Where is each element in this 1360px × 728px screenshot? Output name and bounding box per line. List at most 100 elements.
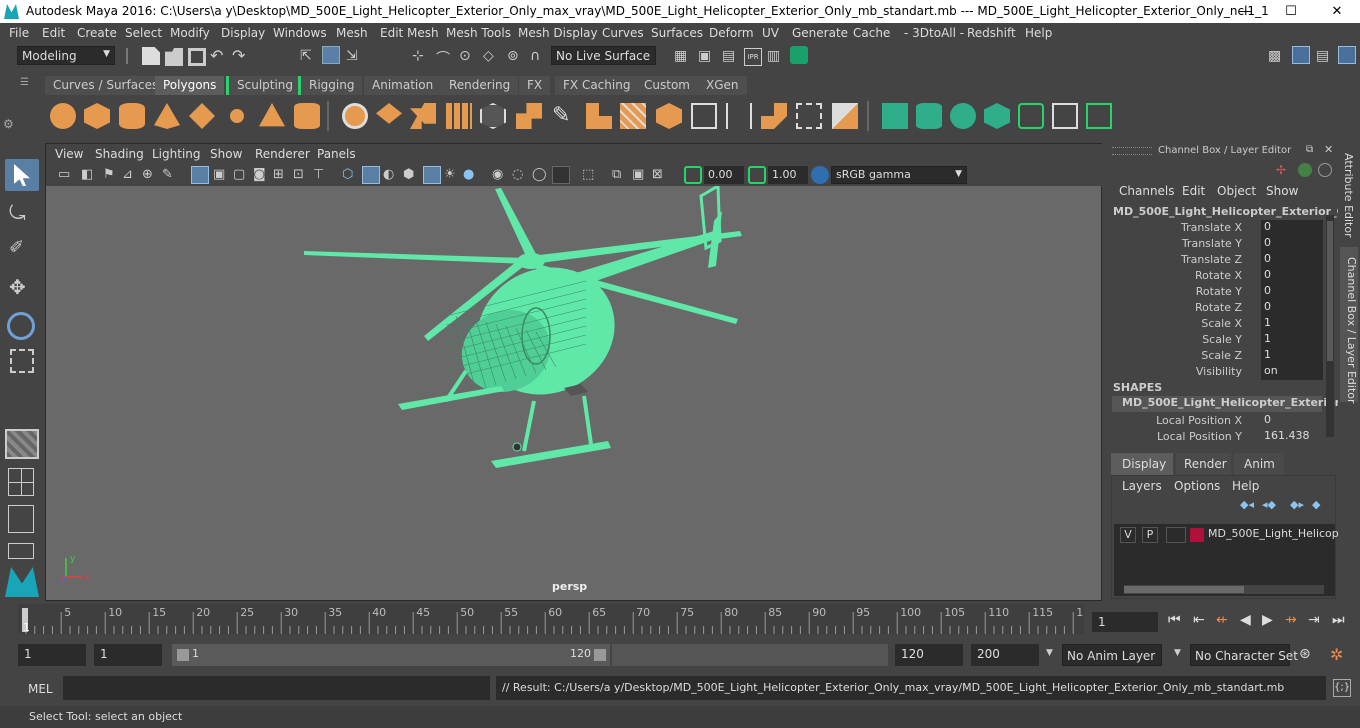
menu-create[interactable]: Create bbox=[77, 26, 117, 40]
move-layer-down-icon[interactable]: ◂◆ bbox=[1262, 498, 1276, 511]
2d-pan-icon[interactable]: ⊕ bbox=[142, 167, 160, 185]
wireframe-icon[interactable]: ⬡ bbox=[342, 167, 360, 185]
separate-icon[interactable] bbox=[376, 103, 402, 124]
poly-prism-icon[interactable] bbox=[259, 103, 285, 127]
channel-row[interactable]: Scale X 1 bbox=[1106, 316, 1338, 332]
step-back-key-icon[interactable]: ⇤ bbox=[1193, 612, 1205, 628]
poly-pipe-icon[interactable] bbox=[294, 103, 320, 129]
uv-editor-icon[interactable] bbox=[1018, 103, 1044, 129]
vp-menu-show[interactable]: Show bbox=[210, 147, 242, 161]
channel-label[interactable]: Local Position X bbox=[1156, 414, 1242, 427]
uv-transfer-icon[interactable] bbox=[1086, 103, 1112, 129]
channel-label[interactable]: Translate Z bbox=[1181, 253, 1242, 266]
channel-row[interactable]: Rotate Z 0 bbox=[1106, 300, 1338, 316]
tab-xgen[interactable]: XGen bbox=[698, 76, 747, 95]
poly-sphere-icon[interactable] bbox=[50, 103, 76, 129]
menu-windows[interactable]: Windows bbox=[273, 26, 327, 40]
step-forward-key-icon[interactable]: ⇥ bbox=[1308, 612, 1320, 628]
shelf-menu-icon[interactable]: ☰ bbox=[20, 77, 30, 91]
live-surface-field[interactable]: No Live Surface bbox=[551, 46, 656, 65]
menu-select[interactable]: Select bbox=[125, 26, 162, 40]
script-editor-icon[interactable]: {;} bbox=[1333, 679, 1351, 697]
channel-value[interactable]: 0 bbox=[1261, 268, 1323, 284]
move-tool-icon[interactable]: ✥ bbox=[9, 275, 33, 299]
menu-display[interactable]: Display bbox=[221, 26, 265, 40]
script-language-toggle[interactable]: MEL bbox=[28, 682, 53, 696]
channel-toggle-2-icon[interactable] bbox=[1318, 163, 1332, 177]
go-to-end-icon[interactable]: ⏭ bbox=[1332, 612, 1345, 628]
channel-value[interactable]: 0 bbox=[1261, 284, 1323, 300]
undo-icon[interactable]: ↶ bbox=[210, 48, 228, 66]
shadows-icon[interactable]: ☀ bbox=[444, 167, 462, 185]
menu-edit-mesh[interactable]: Edit Mesh bbox=[380, 26, 439, 40]
attribute-editor-tab[interactable]: Attribute Editor bbox=[1342, 153, 1355, 238]
character-set-chevron-icon[interactable]: ▼ bbox=[1174, 648, 1181, 658]
poke-icon[interactable] bbox=[761, 103, 787, 129]
channel-label[interactable]: Translate Y bbox=[1182, 237, 1242, 250]
range-slider-min-handle[interactable] bbox=[177, 649, 189, 661]
menu-edit[interactable]: Edit bbox=[42, 26, 65, 40]
object-name[interactable]: MD_500E_Light_Helicopter_Exterior_O... bbox=[1113, 205, 1358, 218]
camera-attr-icon[interactable]: ◧ bbox=[81, 167, 99, 185]
maximize-button[interactable]: ☐ bbox=[1268, 0, 1314, 23]
new-layer-icon[interactable]: ◆▸ bbox=[1290, 498, 1304, 511]
channel-value[interactable]: 0 bbox=[1261, 236, 1323, 252]
image-plane-icon[interactable]: ⊿ bbox=[122, 167, 140, 185]
menu-mesh-display[interactable]: Mesh Display bbox=[518, 26, 598, 40]
film-gate-icon[interactable]: ▣ bbox=[213, 167, 231, 185]
channel-value[interactable]: 161.438 bbox=[1261, 429, 1323, 445]
render-sequence-icon[interactable]: ▤ bbox=[722, 48, 740, 66]
gamma-icon[interactable] bbox=[748, 166, 766, 184]
grease-pencil-icon[interactable]: ✎ bbox=[162, 167, 180, 185]
uv-grid-icon[interactable] bbox=[1052, 103, 1078, 129]
tab-custom[interactable]: Custom bbox=[636, 76, 698, 95]
time-slider-track[interactable]: 5 10 15 20 25 30 35 40 45 50 55 60 65 70 75 80 85 90 95 100… bbox=[18, 604, 1090, 634]
auto-key-icon[interactable]: ⊛ bbox=[1299, 646, 1311, 662]
animation-end-field[interactable]: 200 bbox=[971, 644, 1039, 666]
menu-file[interactable]: File bbox=[9, 26, 29, 40]
object-menu[interactable]: Object bbox=[1217, 184, 1256, 198]
safe-action-icon[interactable]: ⊡ bbox=[293, 167, 311, 185]
redo-icon[interactable]: ↷ bbox=[232, 48, 250, 66]
menu-uv[interactable]: UV bbox=[762, 26, 779, 40]
channel-label[interactable]: Scale Y bbox=[1202, 333, 1242, 346]
offset-edge-loop-icon[interactable] bbox=[726, 103, 752, 129]
tab-animation[interactable]: Animation bbox=[364, 76, 442, 95]
playback-end-field[interactable]: 120 bbox=[895, 644, 963, 666]
step-forward-frame-icon[interactable]: ⇸ bbox=[1285, 612, 1297, 628]
move-layer-up-icon[interactable]: ◆◂ bbox=[1240, 498, 1254, 511]
auto-mapping-icon[interactable] bbox=[984, 103, 1010, 129]
exposure-field[interactable]: 0.00 bbox=[704, 166, 744, 184]
viewport-canvas[interactable]: y z x persp bbox=[46, 183, 1101, 600]
channel-label[interactable]: Scale X bbox=[1201, 317, 1242, 330]
extrude-icon[interactable] bbox=[516, 103, 542, 129]
bookmark-icon[interactable]: ⚑ bbox=[103, 167, 121, 185]
current-frame-field[interactable]: 1 bbox=[1092, 612, 1158, 632]
menu-modify[interactable]: Modify bbox=[170, 26, 210, 40]
spherical-mapping-icon[interactable] bbox=[950, 103, 976, 129]
play-forward-icon[interactable]: ▶ bbox=[1262, 612, 1273, 628]
shape-channel-row[interactable]: Local Position X 0 bbox=[1106, 413, 1338, 429]
channel-value[interactable]: 0 bbox=[1261, 300, 1323, 316]
gamma-field[interactable]: 1.00 bbox=[768, 166, 808, 184]
channel-label[interactable]: Rotate Y bbox=[1196, 285, 1242, 298]
tab-rendering[interactable]: Rendering bbox=[441, 76, 519, 95]
character-set-selector[interactable]: No Character Set bbox=[1190, 644, 1298, 666]
axis-gizmo-icon[interactable]: ✢ bbox=[1276, 163, 1290, 177]
paint-select-icon[interactable]: ✐ bbox=[9, 237, 33, 261]
shelf-settings-icon[interactable]: ⚙ bbox=[3, 117, 14, 131]
xray-icon[interactable] bbox=[552, 166, 570, 184]
screen-space-ao-icon[interactable]: ● bbox=[463, 167, 481, 185]
tab-display[interactable]: Display bbox=[1111, 453, 1173, 475]
playback-start-field[interactable]: 1 bbox=[94, 644, 162, 666]
poly-cylinder-icon[interactable] bbox=[119, 103, 145, 129]
new-layer-selected-icon[interactable]: ◆ bbox=[1312, 498, 1320, 511]
animation-prefs-icon[interactable]: ✲ bbox=[1330, 645, 1343, 664]
wedge-icon[interactable] bbox=[796, 103, 822, 129]
xray-joints-icon[interactable]: ⧉ bbox=[612, 167, 630, 185]
layer-playback-toggle[interactable]: P bbox=[1142, 527, 1158, 543]
tab-rigging[interactable]: Rigging bbox=[298, 76, 363, 95]
channel-label[interactable]: Rotate Z bbox=[1195, 301, 1242, 314]
close-panel-icon[interactable]: ✕ bbox=[1324, 143, 1333, 156]
step-back-frame-icon[interactable]: ⇷ bbox=[1216, 612, 1228, 628]
